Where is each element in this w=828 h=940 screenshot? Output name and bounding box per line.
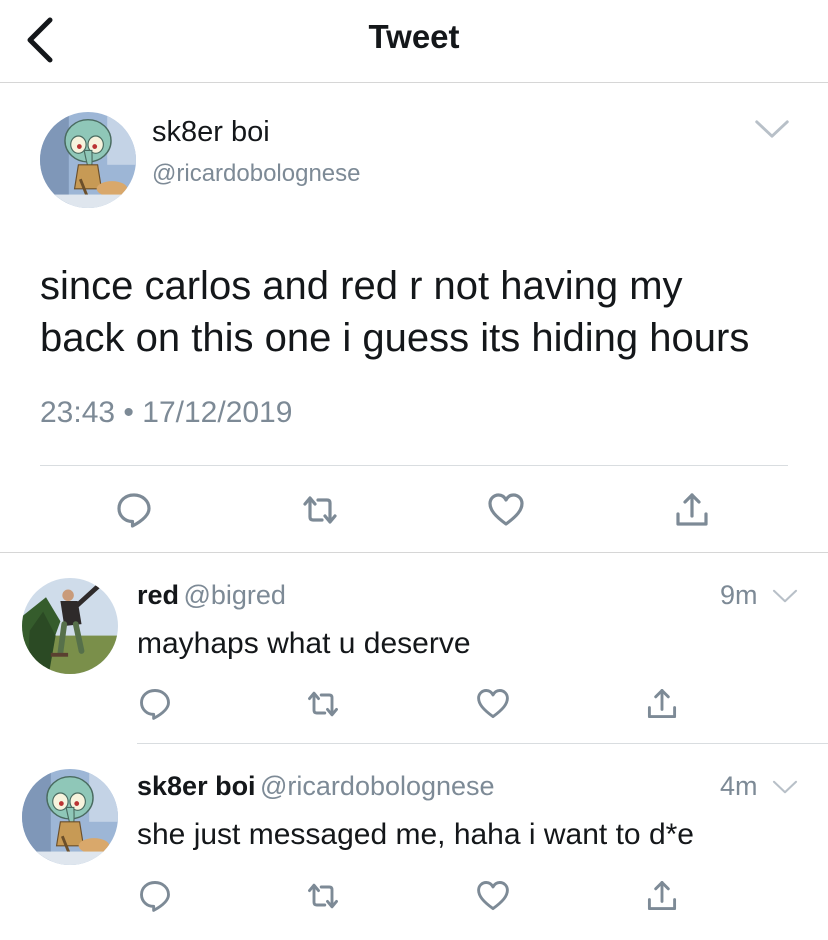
retweet-icon [305, 878, 341, 914]
reply-text: mayhaps what u deserve [137, 627, 471, 660]
reply-time: 9m [720, 580, 758, 610]
reply-author-name: sk8er boi [137, 771, 256, 801]
chevron-down-icon [772, 779, 798, 795]
avatar[interactable] [22, 578, 118, 674]
share-icon [672, 490, 712, 530]
reply-icon [137, 878, 173, 914]
tweet-time: 23:43 [40, 396, 116, 429]
reply-author-handle: @ricardobolognese [260, 771, 495, 801]
tweet-text-line-2: back on this one i guess its hiding hour… [40, 316, 750, 360]
retweet-button[interactable] [305, 686, 341, 722]
avatar[interactable] [40, 112, 136, 208]
page-title: Tweet [368, 18, 460, 55]
like-button[interactable] [486, 490, 526, 530]
author-name[interactable]: sk8er boi [152, 116, 270, 149]
reply-button[interactable] [137, 878, 173, 914]
chevron-down-icon [772, 588, 798, 604]
retweet-icon [300, 490, 340, 530]
retweet-button[interactable] [300, 490, 340, 530]
tweet-text-line-1: since carlos and red r not having my [40, 264, 683, 308]
reply-author-handle: @bigred [183, 580, 286, 610]
like-button[interactable] [475, 878, 511, 914]
author-handle[interactable]: @ricardobolognese [152, 160, 361, 188]
tweet-date: 17/12/2019 [142, 396, 293, 429]
reply-time: 4m [720, 771, 758, 801]
like-button[interactable] [475, 686, 511, 722]
heart-icon [486, 490, 526, 530]
reply-author[interactable]: red @bigred [137, 580, 286, 611]
reply-text: she just messaged me, haha i want to d*e [137, 818, 694, 851]
chevron-down-icon [754, 118, 790, 140]
reply-button[interactable] [114, 490, 154, 530]
avatar[interactable] [22, 769, 118, 865]
heart-icon [475, 878, 511, 914]
retweet-icon [305, 686, 341, 722]
tweet-timestamp[interactable]: 23:43 • 17/12/2019 [40, 396, 292, 430]
share-button[interactable] [644, 686, 680, 722]
share-button[interactable] [672, 490, 712, 530]
reply-button[interactable] [137, 686, 173, 722]
reply-options-button[interactable] [772, 779, 798, 795]
share-icon [644, 878, 680, 914]
tweet-options-button[interactable] [754, 118, 790, 140]
list-item[interactable]: sk8er boi @ricardobolognese 4m she just … [0, 744, 828, 940]
top-bar: Tweet [0, 0, 828, 83]
timestamp-separator: • [123, 396, 134, 429]
reply-icon [137, 686, 173, 722]
share-button[interactable] [644, 878, 680, 914]
reply-icon [114, 490, 154, 530]
share-icon [644, 686, 680, 722]
reply-author[interactable]: sk8er boi @ricardobolognese [137, 771, 495, 802]
reply-author-name: red [137, 580, 180, 610]
reply-options-button[interactable] [772, 588, 798, 604]
divider [40, 465, 788, 466]
heart-icon [475, 686, 511, 722]
retweet-button[interactable] [305, 878, 341, 914]
list-item[interactable]: red @bigred 9m mayhaps what u deserve [0, 553, 828, 743]
